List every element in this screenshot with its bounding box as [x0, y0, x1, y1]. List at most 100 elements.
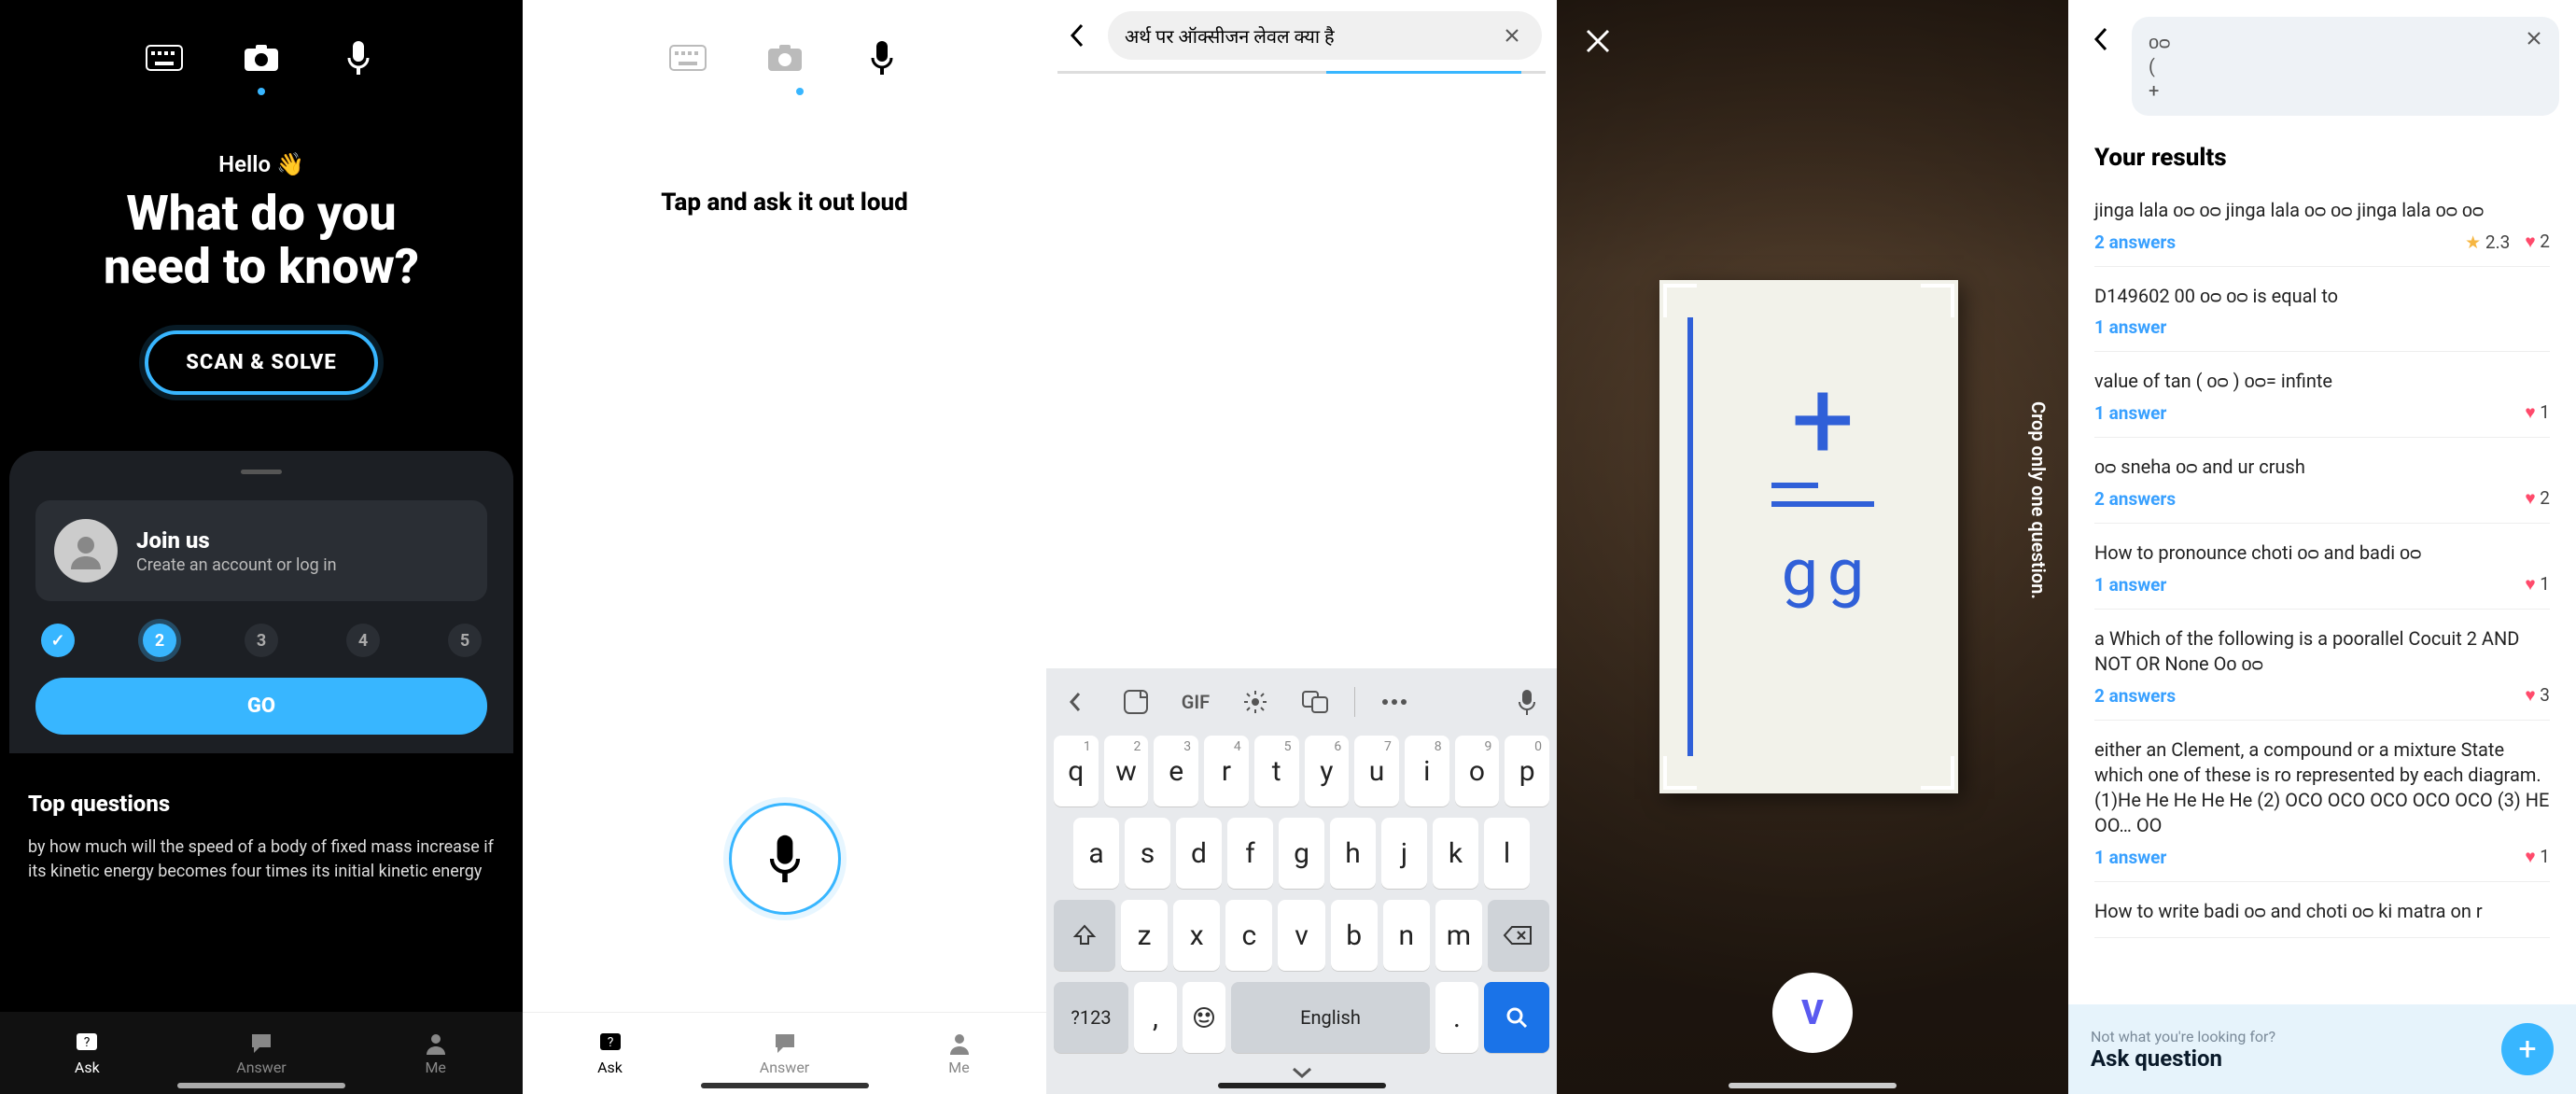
- kb-key-i[interactable]: i8: [1405, 736, 1449, 806]
- clear-icon[interactable]: [2526, 30, 2542, 47]
- kb-key-f[interactable]: f: [1227, 818, 1273, 889]
- kb-key-d[interactable]: d: [1176, 818, 1222, 889]
- heart-icon: ♥ 3: [2525, 684, 2550, 707]
- kb-dot-key[interactable]: .: [1435, 982, 1478, 1053]
- kb-key-r[interactable]: r4: [1204, 736, 1249, 806]
- star-icon: ★ 2.3: [2465, 231, 2510, 253]
- kb-key-a[interactable]: a: [1073, 818, 1119, 889]
- nav-me[interactable]: Me: [348, 1012, 523, 1094]
- nav-answer[interactable]: Answer: [175, 1012, 349, 1094]
- kb-key-w[interactable]: w2: [1104, 736, 1149, 806]
- kb-key-v[interactable]: v: [1278, 900, 1324, 971]
- kb-key-l[interactable]: l: [1484, 818, 1530, 889]
- keyboard-icon[interactable]: [667, 37, 708, 78]
- kb-back-icon[interactable]: [1056, 681, 1097, 722]
- result-item[interactable]: value of tan ( ᴏᴑ ) ᴏᴑ= infinte1 answer♥…: [2094, 352, 2550, 438]
- nav-ask[interactable]: ? Ask: [0, 1012, 175, 1094]
- clear-icon[interactable]: [1499, 22, 1525, 49]
- kb-key-t[interactable]: t5: [1254, 736, 1299, 806]
- kb-search-key[interactable]: [1484, 982, 1549, 1053]
- query-box[interactable]: ᴏᴑ ( +: [2132, 17, 2559, 116]
- answers-count: 2 answers: [2094, 231, 2176, 253]
- crop-hint: Crop only one question.: [2027, 401, 2050, 599]
- kb-key-x[interactable]: x: [1173, 900, 1220, 971]
- heart-icon: ♥ 2: [2525, 487, 2550, 510]
- result-item[interactable]: either an Clement, a compound or a mixtu…: [2094, 721, 2550, 882]
- nav-ask[interactable]: ? Ask: [523, 1013, 697, 1094]
- add-question-button[interactable]: +: [2501, 1023, 2554, 1075]
- top-questions-heading: Top questions: [28, 791, 495, 817]
- keyboard-icon[interactable]: [144, 37, 185, 78]
- kb-key-j[interactable]: j: [1381, 818, 1427, 889]
- kb-key-m[interactable]: m: [1435, 900, 1482, 971]
- kb-settings-icon[interactable]: [1235, 681, 1276, 722]
- kb-more-icon[interactable]: [1374, 681, 1415, 722]
- result-item[interactable]: D149602 00 ᴏᴑ ᴏᴑ is equal to1 answer: [2094, 267, 2550, 352]
- kb-key-n[interactable]: n: [1383, 900, 1430, 971]
- join-title: Join us: [136, 527, 337, 554]
- kb-key-h[interactable]: h: [1330, 818, 1376, 889]
- kb-mic-icon[interactable]: [1506, 681, 1547, 722]
- kb-key-o[interactable]: o9: [1455, 736, 1500, 806]
- kb-key-y[interactable]: y6: [1305, 736, 1350, 806]
- answers-count: 1 answer: [2094, 574, 2166, 596]
- bottom-nav: ? Ask Answer Me: [0, 1012, 523, 1094]
- result-item[interactable]: ᴏᴑ sneha ᴏᴑ and ur crush2 answers♥ 2: [2094, 438, 2550, 524]
- close-icon[interactable]: [1577, 21, 1618, 62]
- kb-key-q[interactable]: q1: [1054, 736, 1099, 806]
- kb-gif-button[interactable]: GIF: [1175, 681, 1216, 722]
- kb-symbols-key[interactable]: ?123: [1054, 982, 1128, 1053]
- step-4: 4: [346, 624, 380, 657]
- result-title: How to write badi ᴏᴑ and choti ᴏᴑ ki mat…: [2094, 899, 2550, 924]
- step-5: 5: [448, 624, 482, 657]
- mic-record-button[interactable]: [729, 803, 841, 915]
- card-handle[interactable]: [241, 470, 282, 474]
- kb-emoji-key[interactable]: [1183, 982, 1225, 1053]
- kb-key-g[interactable]: g: [1279, 818, 1324, 889]
- nav-me[interactable]: Me: [872, 1013, 1046, 1094]
- kb-space-key[interactable]: English: [1231, 982, 1430, 1053]
- go-button[interactable]: GO: [35, 678, 487, 735]
- result-item[interactable]: a Which of the following is a poorallel …: [2094, 610, 2550, 721]
- result-title: D149602 00 ᴏᴑ ᴏᴑ is equal to: [2094, 284, 2550, 309]
- heart-icon: ♥ 1: [2525, 846, 2550, 868]
- kb-key-z[interactable]: z: [1121, 900, 1168, 971]
- back-icon[interactable]: [1061, 19, 1095, 52]
- result-item[interactable]: How to write badi ᴏᴑ and choti ᴏᴑ ki mat…: [2094, 882, 2550, 938]
- kb-translate-icon[interactable]: [1295, 681, 1336, 722]
- back-icon[interactable]: [2085, 22, 2119, 56]
- mic-icon[interactable]: [861, 37, 903, 78]
- kb-shift-key[interactable]: [1054, 900, 1115, 971]
- kb-key-p[interactable]: p0: [1505, 736, 1549, 806]
- top-question-item[interactable]: by how much will the speed of a body of …: [28, 835, 495, 882]
- camera-icon[interactable]: [764, 37, 805, 78]
- answers-count: 2 answers: [2094, 685, 2176, 707]
- kb-key-b[interactable]: b: [1331, 900, 1378, 971]
- join-row[interactable]: Join us Create an account or log in: [35, 500, 487, 601]
- voice-prompt: Tap and ask it out loud: [523, 189, 1046, 217]
- home-indicator: [177, 1083, 345, 1088]
- kb-key-u[interactable]: u7: [1354, 736, 1399, 806]
- step-1: ✓: [41, 624, 75, 657]
- heart-icon: ♥ 2: [2525, 231, 2550, 253]
- scan-solve-button[interactable]: SCAN & SOLVE: [145, 330, 377, 395]
- mic-icon[interactable]: [338, 37, 379, 78]
- result-item[interactable]: jinga lala ᴏᴑ ᴏᴑ jinga lala ᴏᴑ ᴏᴑ jinga …: [2094, 181, 2550, 267]
- kb-key-e[interactable]: e3: [1154, 736, 1198, 806]
- camera-icon[interactable]: [241, 37, 282, 78]
- kb-key-k[interactable]: k: [1433, 818, 1478, 889]
- crop-frame[interactable]: [1663, 284, 1954, 790]
- kb-sticker-icon[interactable]: [1115, 681, 1156, 722]
- kb-comma-key[interactable]: ,: [1134, 982, 1177, 1053]
- results-heading: Your results: [2068, 127, 2576, 181]
- search-input[interactable]: [1125, 24, 1499, 47]
- ask-question-bar[interactable]: Not what you're looking for? Ask questio…: [2068, 1004, 2576, 1094]
- kb-backspace-key[interactable]: [1488, 900, 1549, 971]
- shutter-button[interactable]: V: [1772, 973, 1853, 1053]
- kb-key-c[interactable]: c: [1225, 900, 1272, 971]
- heart-icon: ♥ 1: [2525, 573, 2550, 596]
- result-item[interactable]: How to pronounce choti ᴏᴑ and badi ᴏᴑ1 a…: [2094, 524, 2550, 610]
- kb-collapse-icon[interactable]: [1046, 1059, 1557, 1094]
- nav-answer[interactable]: Answer: [697, 1013, 872, 1094]
- kb-key-s[interactable]: s: [1125, 818, 1170, 889]
